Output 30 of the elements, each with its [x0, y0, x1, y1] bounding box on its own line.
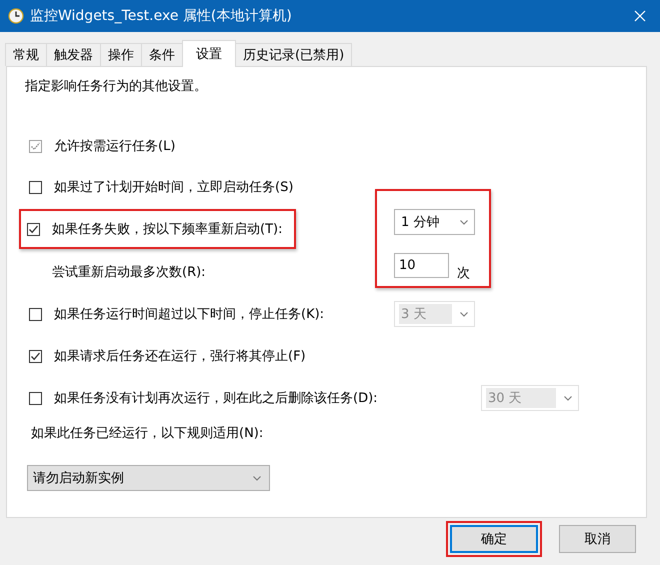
checkbox-label: 如果过了计划开始时间，立即启动任务(S) — [54, 179, 294, 196]
interval-dropdown[interactable]: 1 分钟 — [394, 209, 475, 235]
clock-icon — [8, 8, 24, 24]
description-text: 指定影响任务行为的其他设置。 — [24, 78, 208, 96]
checkbox[interactable] — [29, 350, 42, 362]
dropdown-caret-icon — [460, 312, 468, 316]
checkbox-label: 允许按需运行任务(L) — [54, 138, 176, 155]
dropdown-caret-icon — [564, 396, 572, 400]
checkbox-label: 如果请求后任务还在运行，强行将其停止(F) — [54, 348, 306, 365]
checkbox[interactable] — [27, 222, 40, 236]
checkbox-label: 如果任务失败，按以下频率重新启动(T): — [52, 221, 282, 238]
tab[interactable]: 设置 — [182, 40, 236, 67]
checkbox-label: 如果任务运行时间超过以下时间，停止任务(K): — [54, 306, 324, 323]
dialog-button[interactable]: 确定 — [450, 525, 538, 553]
unit-label: 次 — [457, 265, 470, 282]
dropdown-caret-icon — [253, 476, 261, 480]
window-title: 监控Widgets_Test.exe 属性(本地计算机) — [30, 7, 293, 25]
tab[interactable]: 历史记录(已禁用) — [235, 43, 352, 66]
close-icon[interactable] — [634, 10, 646, 22]
dialog-button[interactable]: 取消 — [559, 525, 636, 553]
field-label: 如果此任务已经运行，以下规则适用(N): — [31, 425, 264, 442]
checkbox[interactable] — [29, 308, 42, 320]
retry-count-field[interactable]: 10 — [394, 253, 449, 278]
checkbox-label: 如果任务没有计划再次运行，则在此之后删除该任务(D): — [54, 390, 378, 407]
field-label: 尝试重新启动最多次数(R): — [52, 264, 206, 281]
dropdown-caret-icon — [460, 220, 468, 224]
rule-dropdown[interactable]: 请勿启动新实例 — [27, 465, 270, 491]
checkbox[interactable] — [29, 392, 42, 404]
checkbox[interactable] — [29, 180, 42, 194]
tab[interactable]: 常规 — [5, 43, 47, 66]
